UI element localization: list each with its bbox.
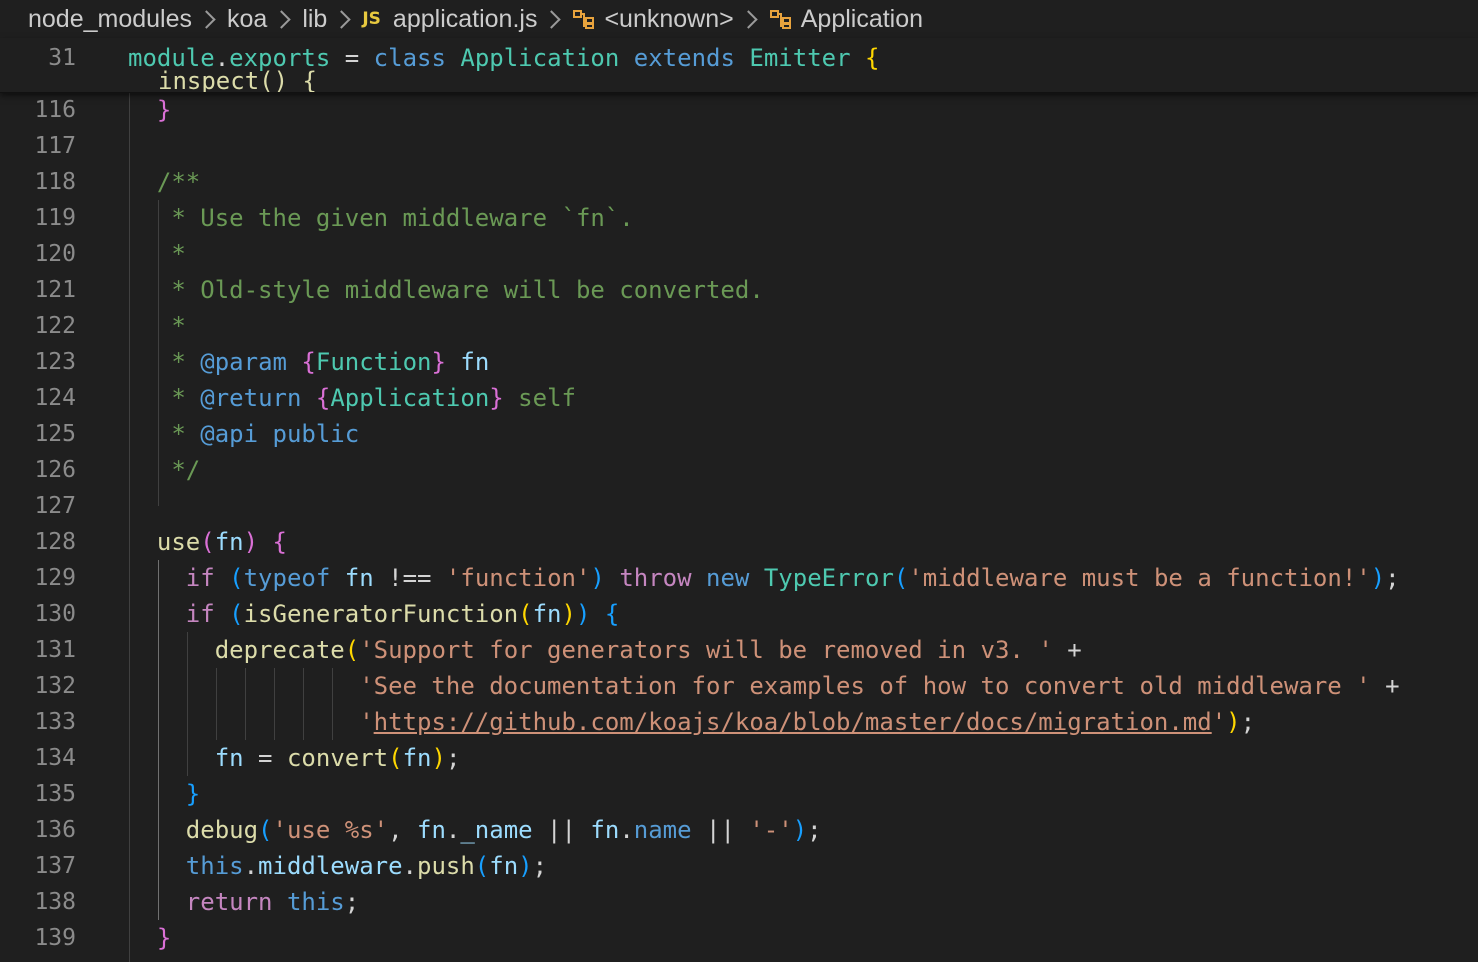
code-text[interactable]: } (128, 776, 200, 812)
breadcrumb-item-unknown[interactable]: <unknown> (572, 4, 734, 34)
code-text[interactable]: } (128, 920, 171, 956)
chevron-right-icon (272, 9, 292, 29)
line-number: 137 (34, 853, 76, 879)
code-line[interactable]: 138 return this; (0, 884, 1478, 920)
line-number: 120 (34, 241, 76, 267)
code-line[interactable]: 127 (0, 488, 1478, 524)
code-line[interactable]: 131 deprecate('Support for generators wi… (0, 632, 1478, 668)
breadcrumb-item-koa[interactable]: koa (227, 5, 267, 34)
line-number: 122 (34, 313, 76, 339)
code-line[interactable]: 134 fn = convert(fn); (0, 740, 1478, 776)
line-number: 132 (34, 673, 76, 699)
code-line[interactable]: 116 } (0, 92, 1478, 128)
code-line[interactable]: 117 (0, 128, 1478, 164)
code-text[interactable]: this.middleware.push(fn); (128, 848, 547, 884)
code-text[interactable]: debug('use %s', fn._name || fn.name || '… (128, 812, 822, 848)
breadcrumb-unknown-label: <unknown> (604, 4, 734, 33)
code-line[interactable]: 133 'https://github.com/koajs/koa/blob/m… (0, 704, 1478, 740)
code-text[interactable]: */ (128, 452, 200, 488)
line-number: 126 (34, 457, 76, 483)
line-number: 125 (34, 421, 76, 447)
breadcrumb-item-node-modules[interactable]: node_modules (28, 5, 192, 34)
breadcrumb-item-application[interactable]: Application (769, 5, 923, 34)
code-line[interactable]: 122 * (0, 308, 1478, 344)
line-number: 121 (34, 277, 76, 303)
line-number: 134 (34, 745, 76, 771)
line-number: 135 (34, 781, 76, 807)
breadcrumb-item-lib[interactable]: lib (302, 5, 327, 34)
code-text[interactable]: * (128, 236, 185, 272)
breadcrumb-item-file[interactable]: JS application.js (362, 5, 537, 34)
code-line[interactable]: 129 if (typeof fn !== 'function') throw … (0, 560, 1478, 596)
chevron-right-icon (197, 9, 216, 29)
code-line[interactable]: 137 this.middleware.push(fn); (0, 848, 1478, 884)
breadcrumb-application-label: Application (800, 4, 924, 33)
line-number: 138 (34, 889, 76, 915)
code-text[interactable]: /** (128, 164, 200, 200)
code-line[interactable]: 125 * @api public (0, 416, 1478, 452)
code-text[interactable]: use(fn) { (128, 524, 287, 560)
code-line[interactable]: 119 * Use the given middleware `fn`. (0, 200, 1478, 236)
code-line[interactable]: 139 } (0, 920, 1478, 956)
code-line[interactable]: 130 if (isGeneratorFunction(fn)) { (0, 596, 1478, 632)
symbol-class-icon (769, 8, 793, 30)
line-number: 124 (34, 385, 76, 411)
chevron-right-icon (739, 9, 758, 29)
code-text[interactable]: * @return {Application} self (128, 380, 576, 416)
code-line[interactable]: 128 use(fn) { (0, 524, 1478, 560)
code-text[interactable]: * (128, 308, 185, 344)
line-number: 127 (34, 493, 76, 519)
chevron-right-icon (332, 9, 352, 29)
line-number: 123 (34, 349, 76, 375)
line-number: 139 (34, 925, 76, 951)
line-number: 116 (34, 97, 76, 123)
breadcrumb-file-label: application.js (392, 4, 538, 33)
line-number: 136 (34, 817, 76, 843)
line-number: 133 (34, 709, 76, 735)
code-text[interactable]: 'See the documentation for examples of h… (128, 668, 1399, 704)
code-text[interactable]: if (typeof fn !== 'function') throw new … (128, 560, 1400, 596)
line-number: 128 (34, 529, 76, 555)
line-number: 119 (34, 205, 76, 231)
code-text[interactable]: return this; (128, 884, 359, 920)
code-editor[interactable]: 116 } 117 118 /** 119 * Use the given mi… (0, 38, 1478, 962)
code-line[interactable]: 136 debug('use %s', fn._name || fn.name … (0, 812, 1478, 848)
code-text[interactable]: } (128, 92, 171, 128)
line-number: 118 (34, 169, 76, 195)
code-text[interactable]: deprecate('Support for generators will b… (128, 632, 1082, 668)
line-number: 130 (34, 601, 76, 627)
code-text[interactable]: fn = convert(fn); (128, 740, 461, 776)
code-line[interactable]: 135 } (0, 776, 1478, 812)
symbol-class-icon (572, 8, 596, 30)
code-text[interactable]: 'https://github.com/koajs/koa/blob/maste… (128, 704, 1255, 740)
code-line[interactable]: 123 * @param {Function} fn (0, 344, 1478, 380)
code-line[interactable]: 124 * @return {Application} self (0, 380, 1478, 416)
line-number: 131 (34, 637, 76, 663)
sticky-ghost-text: inspect() { (158, 67, 317, 93)
code-line[interactable]: 120 * (0, 236, 1478, 272)
code-text[interactable]: * Use the given middleware `fn`. (128, 200, 633, 236)
line-number: 31 (48, 45, 76, 71)
code-line[interactable]: 118 /** (0, 164, 1478, 200)
code-text[interactable]: * @api public (128, 416, 359, 452)
code-text[interactable]: * Old-style middleware will be converted… (128, 272, 763, 308)
chevron-right-icon (542, 9, 562, 29)
code-line[interactable]: 121 * Old-style middleware will be conve… (0, 272, 1478, 308)
line-number: 117 (34, 133, 76, 159)
breadcrumb: node_modules koa lib JS application.js <… (0, 0, 1478, 38)
code-text[interactable]: * @param {Function} fn (128, 344, 489, 380)
migration-doc-link[interactable]: https://github.com/koajs/koa/blob/master… (374, 708, 1212, 736)
sticky-scroll-header[interactable]: 31 module.exports = class Application ex… (0, 38, 1478, 93)
code-text[interactable]: if (isGeneratorFunction(fn)) { (128, 596, 620, 632)
line-number: 129 (34, 565, 76, 591)
code-line[interactable]: 126 */ (0, 452, 1478, 488)
javascript-file-icon: JS (362, 9, 381, 29)
code-line[interactable]: 132 'See the documentation for examples … (0, 668, 1478, 704)
